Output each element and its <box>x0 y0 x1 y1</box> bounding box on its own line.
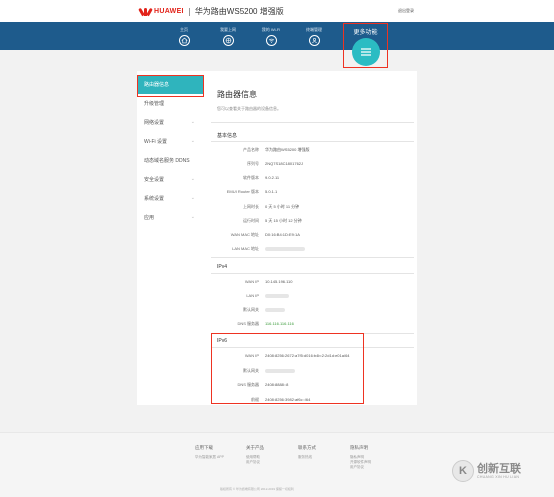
sidebar-item-label: 系统设置 <box>144 196 165 202</box>
info-row-software-version: 软件版本 9.0.2.11 <box>207 175 414 183</box>
info-row-uptime: 运行时间 5 天 15 小时 12 分钟 <box>207 218 414 226</box>
info-value: 9.0.2.11 <box>265 175 280 180</box>
info-row-ipv4-wan-ip: WAN IP 10.145.196.110 <box>207 279 414 287</box>
ipv6-section-highlight <box>211 333 364 404</box>
nav-devices[interactable]: 终端管理 <box>292 27 336 46</box>
brand-name: HUAWEI <box>154 8 184 15</box>
divider <box>211 273 414 274</box>
nav-home-label: 主页 <box>180 27 188 32</box>
info-label: WAN MAC 地址 <box>230 232 259 237</box>
footer-col-privacy: 隐私声明 隐私声明 开源软件声明 用户协议 <box>350 445 371 470</box>
main-navbar: 主页 我要上网 我的 Wi-Fi 终端管理 <box>0 22 554 50</box>
info-value: 5.0.1.1 <box>265 189 278 194</box>
watermark-text-group: 创新互联 CHUANG XIN HU LIAN <box>477 463 521 479</box>
footer-heading: 关于产品 <box>246 445 264 450</box>
wifi-icon <box>265 35 277 46</box>
device-icon <box>308 35 320 46</box>
header-divider <box>188 7 190 16</box>
footer-link[interactable]: 用户协议 <box>246 460 264 465</box>
watermark-subtext: CHUANG XIN HU LIAN <box>477 475 520 479</box>
nav-wifi[interactable]: 我的 Wi-Fi <box>249 27 293 46</box>
page-title: 路由器信息 <box>217 90 257 99</box>
sidebar-item-network[interactable]: 网络设置 ⌄ <box>137 113 203 132</box>
info-label: LAN IP <box>246 293 259 298</box>
redacted-value <box>265 293 289 298</box>
info-value: 116.116.116.116 <box>265 321 294 326</box>
footer-col-contact: 联系方式 服务热线 <box>298 445 316 460</box>
sidebar-item-label: 网络设置 <box>144 120 165 126</box>
top-bar: HUAWEI 华为路由WS5200 增强版 退出登录 <box>0 0 554 22</box>
sidebar-item-label: 应用 <box>144 215 155 221</box>
divider <box>211 141 414 142</box>
info-label: 产品名称 <box>243 147 259 152</box>
footer-col-app: 应用下载 华为智能家居 APP <box>195 445 224 460</box>
sidebar-item-label: 安全设置 <box>144 177 165 183</box>
info-row-ipv4-lan-ip: LAN IP <box>207 293 414 301</box>
page-description: 您可以查看关于路由器的设备信息。 <box>217 106 281 111</box>
nav-internet-label: 我要上网 <box>220 27 236 32</box>
info-row-lan-mac: LAN MAC 地址 <box>207 246 414 254</box>
logout-link[interactable]: 退出登录 <box>398 8 414 14</box>
nav-home[interactable]: 主页 <box>162 27 206 46</box>
info-row-ipv4-gateway: 默认网关 <box>207 307 414 315</box>
info-row-ipv4-dns: DNS 服务器 116.116.116.116 <box>207 321 414 329</box>
watermark-text: 创新互联 <box>477 463 521 475</box>
footer-link[interactable]: 服务热线 <box>298 455 316 460</box>
divider <box>211 122 414 123</box>
chevron-down-icon: ⌄ <box>190 119 195 125</box>
more-functions-label: 更多功能 <box>353 30 378 36</box>
more-functions-button[interactable] <box>352 38 380 66</box>
info-label: 序列号 <box>247 161 259 166</box>
chevron-down-icon: ⌄ <box>190 138 195 144</box>
footer-heading: 隐私声明 <box>350 445 368 450</box>
info-row-serial: 序列号 2NQ7S18C1801762J <box>207 161 414 169</box>
footer-col-product: 关于产品 使用帮助 用户协议 <box>246 445 264 465</box>
info-value: 华为路由WS5200 增强版 <box>265 147 310 152</box>
globe-icon <box>222 35 234 46</box>
info-label: LAN MAC 地址 <box>232 246 259 251</box>
info-value: 5 天 15 小时 12 分钟 <box>265 218 302 223</box>
info-label: 默认网关 <box>243 307 259 312</box>
info-value: D0:16:B4:1D:E9:1A <box>265 232 300 237</box>
info-label: WAN IP <box>244 279 259 284</box>
section-basic-title: 基本信息 <box>217 133 238 139</box>
home-icon <box>178 35 190 46</box>
chevron-down-icon: ⌄ <box>190 195 195 201</box>
watermark-icon: K <box>452 460 474 482</box>
nav-devices-label: 终端管理 <box>306 27 322 32</box>
section-ipv4-title: IPv4 <box>217 264 228 270</box>
sidebar-item-label: 升级管理 <box>144 101 165 107</box>
info-label: 软件版本 <box>243 175 259 180</box>
info-row-emui-version: EMUI Router 版本 5.0.1.1 <box>207 189 414 197</box>
info-label: DNS 服务器 <box>237 321 259 326</box>
info-value: 2NQ7S18C1801762J <box>265 161 304 166</box>
menu-icon <box>361 48 371 56</box>
huawei-logo: HUAWEI 华为路由WS5200 增强版 <box>138 6 284 17</box>
info-value: 10.145.196.110 <box>265 279 293 284</box>
sidebar-active-highlight <box>137 75 204 97</box>
router-model: 华为路由WS5200 增强版 <box>194 7 284 16</box>
info-value: 0 天 5 小时 11 分钟 <box>265 204 300 209</box>
nav-wifi-label: 我的 Wi-Fi <box>261 27 281 32</box>
footer-link[interactable]: 华为智能家居 APP <box>195 455 224 460</box>
footer-heading: 应用下载 <box>195 445 213 450</box>
huawei-flower-icon <box>138 7 153 17</box>
info-row-wan-mac: WAN MAC 地址 D0:16:B4:1D:E9:1A <box>207 232 414 240</box>
copyright-text: 版权所有 © 华为终端有限公司 2012-2019 保留一切权利 <box>220 487 294 491</box>
info-row-product-name: 产品名称 华为路由WS5200 增强版 <box>207 147 414 155</box>
info-label: 上网时长 <box>243 204 259 209</box>
footer-link[interactable]: 用户协议 <box>350 465 371 470</box>
redacted-value <box>265 246 305 251</box>
redacted-value <box>265 307 285 312</box>
info-label: 运行时间 <box>243 218 259 223</box>
sidebar-item-label: Wi-Fi 设置 <box>144 139 168 145</box>
info-row-online-time: 上网时长 0 天 5 小时 11 分钟 <box>207 204 414 212</box>
more-functions-highlight: 更多功能 <box>343 23 388 68</box>
footer-heading: 联系方式 <box>298 445 316 450</box>
divider <box>211 257 414 258</box>
watermark-logo: K 创新互联 CHUANG XIN HU LIAN <box>452 460 521 482</box>
info-label: EMUI Router 版本 <box>226 189 259 194</box>
nav-internet[interactable]: 我要上网 <box>206 27 250 46</box>
